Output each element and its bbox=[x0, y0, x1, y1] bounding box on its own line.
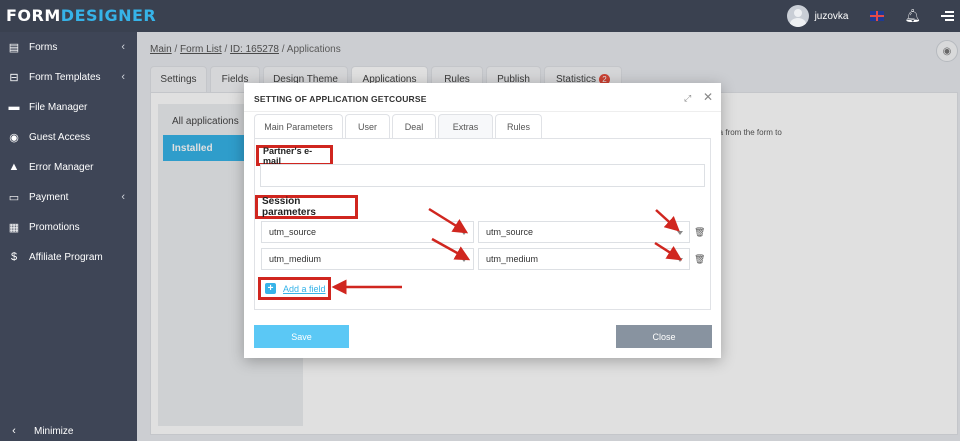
close-button[interactable]: Close bbox=[616, 325, 712, 348]
sidebar-item-form-templates[interactable]: ⊟ Form Templates ‹ bbox=[0, 62, 137, 92]
add-field-button[interactable]: + Add a field bbox=[258, 277, 331, 300]
top-bar: FORMDESIGNER juzovka 🔔︎ bbox=[0, 0, 960, 32]
save-button[interactable]: Save bbox=[254, 325, 349, 348]
chevron-left-icon: ‹ bbox=[121, 41, 125, 53]
sidebar-item-promotions[interactable]: ▦ Promotions bbox=[0, 212, 137, 242]
session-param-select-right[interactable]: utm_medium bbox=[478, 248, 690, 270]
sidebar: ▤ Forms ‹ ⊟ Form Templates ‹ ▬ File Mana… bbox=[0, 32, 137, 441]
minimize-button[interactable]: ‹ Minimize bbox=[8, 425, 73, 437]
session-param-select-left[interactable]: utm_medium bbox=[261, 248, 474, 270]
partner-email-input[interactable] bbox=[260, 164, 705, 187]
session-param-select-left[interactable]: utm_source bbox=[261, 221, 474, 243]
modal-tab-user[interactable]: User bbox=[345, 114, 390, 138]
bell-icon[interactable]: 🔔︎ bbox=[904, 8, 921, 24]
plus-icon: + bbox=[265, 283, 276, 294]
card-icon: ▭ bbox=[8, 191, 20, 204]
session-param-select-right[interactable]: utm_source bbox=[478, 221, 690, 243]
sidebar-item-payment[interactable]: ▭ Payment ‹ bbox=[0, 182, 137, 212]
user-icon: ◉ bbox=[9, 131, 19, 144]
chevron-down-icon bbox=[461, 231, 467, 235]
chevron-down-icon bbox=[677, 258, 683, 262]
close-icon[interactable]: ✕ bbox=[703, 90, 713, 104]
logo[interactable]: FORMDESIGNER bbox=[6, 6, 156, 25]
template-icon: ⊟ bbox=[9, 71, 19, 84]
application-settings-modal: SETTING OF APPLICATION GETCOURSE ⤢ ✕ Mai… bbox=[244, 83, 721, 358]
trash-icon[interactable]: 🗑︎ bbox=[694, 254, 705, 265]
modal-tab-deal[interactable]: Deal bbox=[392, 114, 436, 138]
menu-icon[interactable] bbox=[941, 11, 954, 21]
minimize-label: Minimize bbox=[34, 425, 74, 437]
sidebar-item-label: Affiliate Program bbox=[29, 251, 103, 263]
sidebar-item-error-manager[interactable]: ▲ Error Manager bbox=[0, 152, 137, 182]
sidebar-item-label: Forms bbox=[29, 41, 58, 53]
partner-email-label: Partner's e-mail bbox=[256, 145, 333, 166]
chevron-left-icon: ‹ bbox=[121, 191, 125, 203]
sidebar-item-affiliate-program[interactable]: $ Affiliate Program bbox=[0, 242, 137, 272]
trash-icon[interactable]: 🗑︎ bbox=[694, 227, 705, 238]
sidebar-item-label: Payment bbox=[29, 191, 69, 203]
sidebar-item-guest-access[interactable]: ◉ Guest Access bbox=[0, 122, 137, 152]
sidebar-item-label: Form Templates bbox=[29, 71, 101, 83]
sidebar-item-file-manager[interactable]: ▬ File Manager bbox=[0, 92, 137, 122]
modal-tab-main-parameters[interactable]: Main Parameters bbox=[254, 114, 343, 138]
chevron-down-icon bbox=[677, 231, 683, 235]
logo-text-form: FORM bbox=[6, 6, 61, 25]
chevron-down-icon bbox=[461, 258, 467, 262]
sidebar-item-forms[interactable]: ▤ Forms ‹ bbox=[0, 32, 137, 62]
language-flag-icon[interactable] bbox=[870, 11, 885, 21]
sidebar-item-label: File Manager bbox=[29, 101, 88, 113]
add-field-link[interactable]: Add a field bbox=[283, 284, 326, 294]
session-parameters-label: Session parameters bbox=[255, 195, 358, 219]
forms-icon: ▤ bbox=[8, 41, 20, 54]
username[interactable]: juzovka bbox=[815, 11, 849, 22]
dollar-icon: $ bbox=[10, 251, 18, 263]
sidebar-item-label: Promotions bbox=[29, 221, 80, 233]
modal-tab-rules[interactable]: Rules bbox=[495, 114, 542, 138]
chevron-left-icon: ‹ bbox=[12, 425, 16, 437]
logo-text-designer: DESIGNER bbox=[60, 6, 157, 25]
warning-icon: ▲ bbox=[8, 161, 20, 173]
folder-icon: ▬ bbox=[8, 101, 20, 113]
gift-icon: ▦ bbox=[8, 221, 20, 234]
sidebar-item-label: Error Manager bbox=[29, 161, 94, 173]
modal-title: SETTING OF APPLICATION GETCOURSE bbox=[254, 94, 427, 104]
sidebar-item-label: Guest Access bbox=[29, 131, 91, 143]
avatar[interactable] bbox=[786, 5, 809, 27]
modal-tab-extras[interactable]: Extras bbox=[438, 114, 493, 138]
chevron-left-icon: ‹ bbox=[121, 71, 125, 83]
expand-icon[interactable]: ⤢ bbox=[684, 93, 691, 104]
